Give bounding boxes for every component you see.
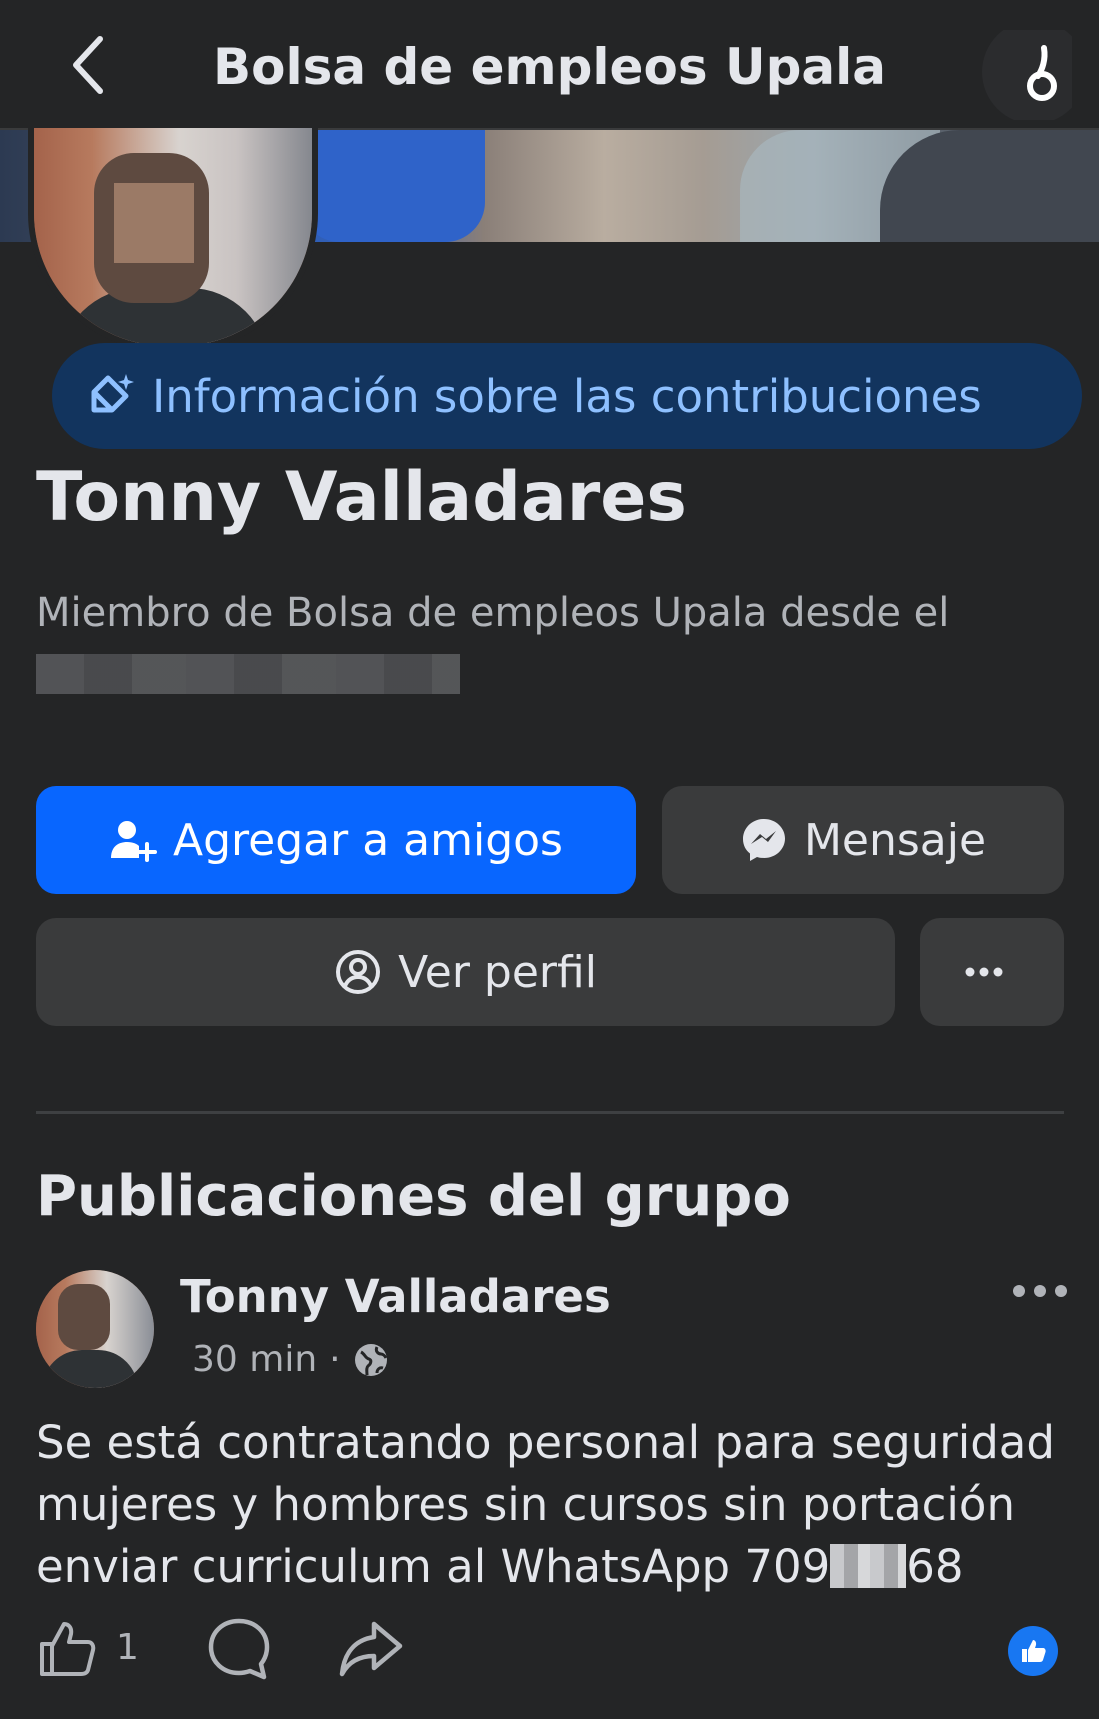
share-icon[interactable] bbox=[338, 1616, 404, 1682]
message-button[interactable]: Mensaje bbox=[662, 786, 1064, 894]
globe-icon bbox=[354, 1343, 387, 1376]
profile-avatar[interactable] bbox=[28, 128, 318, 352]
post-timestamp[interactable]: 30 min bbox=[192, 1339, 317, 1380]
add-friend-button[interactable]: Agregar a amigos bbox=[36, 786, 636, 894]
like-count: 1 bbox=[116, 1627, 139, 1668]
contributions-info-button[interactable]: Información sobre las contribuciones bbox=[52, 343, 1082, 449]
more-dots-icon bbox=[965, 967, 1003, 977]
post-line: mujeres y hombres sin cursos sin portaci… bbox=[36, 1478, 1015, 1531]
corner-avatar[interactable] bbox=[972, 20, 1086, 124]
messenger-icon bbox=[742, 819, 785, 861]
more-options-button[interactable] bbox=[920, 918, 1064, 1026]
comment-icon[interactable] bbox=[206, 1616, 272, 1682]
member-since-text: Miembro de Bolsa de empleos Upala desde … bbox=[36, 590, 950, 636]
message-label: Mensaje bbox=[803, 814, 987, 866]
user-circle-icon bbox=[336, 950, 381, 994]
redacted-date bbox=[36, 654, 460, 694]
meta-separator: · bbox=[329, 1339, 341, 1380]
section-title: Publicaciones del grupo bbox=[36, 1164, 791, 1229]
like-reaction-badge[interactable] bbox=[1008, 1626, 1058, 1676]
avatar-face-pixelated bbox=[58, 1284, 110, 1350]
avatar-face-pixelated bbox=[114, 183, 194, 263]
cover-shape bbox=[300, 130, 485, 242]
add-friend-label: Agregar a amigos bbox=[173, 814, 563, 866]
post-line: enviar curriculum al WhatsApp 709 68 bbox=[36, 1536, 1076, 1598]
thumbs-up-filled-icon bbox=[1022, 1640, 1046, 1662]
cover-shape bbox=[880, 130, 1099, 242]
post-meta: 30 min · bbox=[192, 1339, 389, 1380]
corner-glyph-icon bbox=[982, 20, 1086, 124]
redacted-digits bbox=[830, 1544, 907, 1588]
view-profile-label: Ver perfil bbox=[398, 946, 597, 998]
page-title: Bolsa de empleos Upala bbox=[213, 38, 886, 96]
badge-sparkle-icon bbox=[91, 374, 134, 413]
post-line: Se está contratando personal para seguri… bbox=[36, 1416, 1055, 1469]
thumbs-up-icon[interactable] bbox=[36, 1618, 98, 1680]
post-line-text: 68 bbox=[906, 1540, 964, 1593]
post-line-text: enviar curriculum al WhatsApp 709 bbox=[36, 1540, 831, 1593]
post-body: Se está contratando personal para seguri… bbox=[36, 1412, 1076, 1598]
add-person-icon bbox=[111, 821, 158, 862]
post-menu-button[interactable] bbox=[1008, 1268, 1072, 1314]
contributions-label: Información sobre las contribuciones bbox=[152, 369, 982, 423]
top-bar: Bolsa de empleos Upala bbox=[0, 0, 1099, 130]
divider bbox=[36, 1111, 1064, 1114]
profile-name: Tonny Valladares bbox=[36, 458, 687, 537]
view-profile-button[interactable]: Ver perfil bbox=[36, 918, 895, 1026]
post-author-name[interactable]: Tonny Valladares bbox=[180, 1270, 611, 1323]
post-author-avatar[interactable] bbox=[36, 1270, 154, 1388]
more-dots-icon bbox=[1013, 1285, 1067, 1297]
